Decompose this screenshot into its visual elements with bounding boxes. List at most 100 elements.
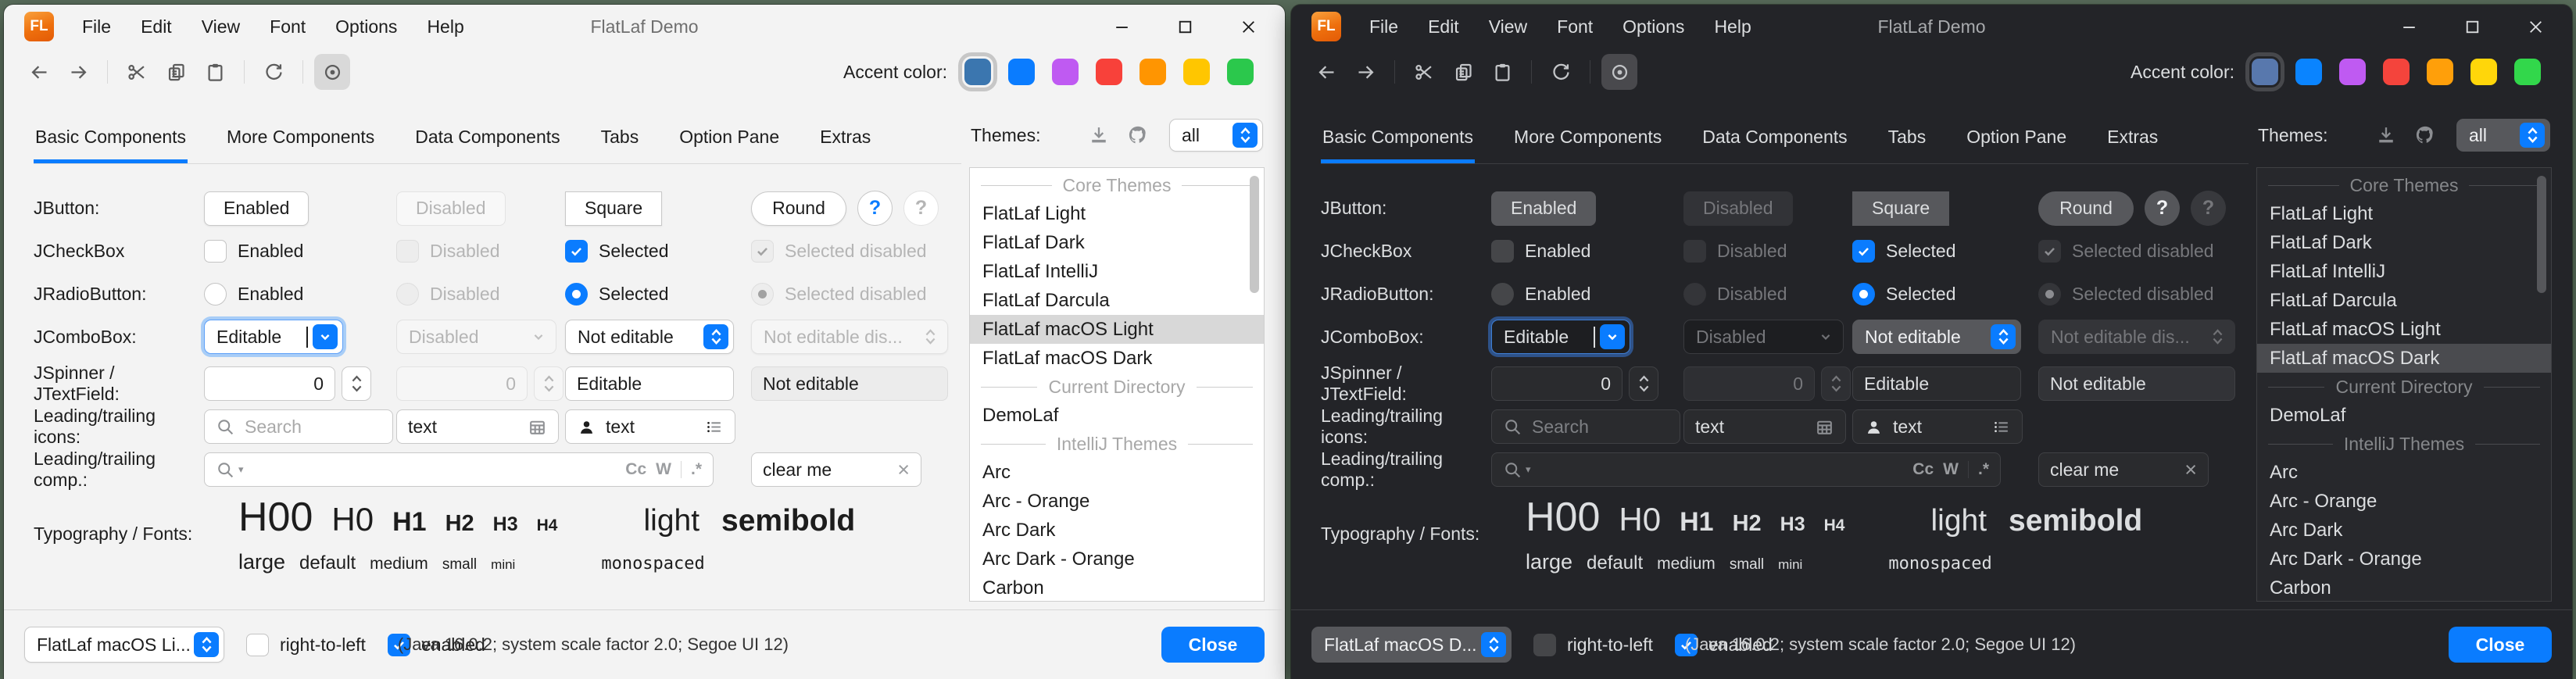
download-button[interactable] — [1088, 124, 1110, 146]
right-to-left-checkbox[interactable]: right-to-left — [246, 634, 366, 656]
checkbox-enabled[interactable]: Enabled — [204, 240, 303, 263]
disabled-button[interactable]: Disabled — [1683, 191, 1793, 226]
checkbox-selected[interactable]: Selected — [565, 240, 669, 263]
accent-swatch[interactable] — [2252, 59, 2278, 85]
paste-button[interactable] — [1484, 54, 1520, 90]
cut-button[interactable] — [119, 54, 155, 90]
theme-list-item[interactable]: FlatLaf IntelliJ — [970, 257, 1264, 286]
accent-swatch[interactable] — [1096, 59, 1122, 85]
radio-enabled[interactable]: Enabled — [1491, 283, 1590, 306]
combobox-not-editable[interactable]: Not editable — [1852, 320, 2021, 354]
theme-list-item[interactable]: FlatLaf macOS Dark — [970, 344, 1264, 373]
radio-enabled[interactable]: Enabled — [204, 283, 303, 306]
refresh-button[interactable] — [256, 54, 292, 90]
match-case-toggle[interactable]: Cc — [625, 460, 646, 479]
maximize-button[interactable] — [1175, 17, 1195, 37]
match-case-toggle[interactable]: Cc — [1912, 460, 1934, 479]
accent-swatch[interactable] — [1052, 59, 1079, 85]
download-button[interactable] — [2375, 124, 2397, 146]
theme-list-item[interactable]: Arc Dark — [2257, 516, 2551, 545]
back-button[interactable] — [21, 54, 57, 90]
checkbox-selected-disabled[interactable]: Selected disabled — [751, 240, 927, 263]
help-button[interactable]: ? — [857, 191, 893, 226]
theme-list-item[interactable]: Arc Dark - Orange — [970, 545, 1264, 574]
round-button[interactable]: Round — [2038, 191, 2134, 226]
spinner-stepper[interactable] — [1629, 366, 1658, 401]
disabled-button[interactable]: Disabled — [396, 191, 506, 226]
minimize-button[interactable] — [1112, 17, 1132, 37]
regex-toggle[interactable]: .* — [1978, 460, 1989, 479]
theme-list-item[interactable]: FlatLaf Darcula — [970, 286, 1264, 315]
theme-list-item[interactable]: FlatLaf Dark — [2257, 228, 2551, 257]
square-button[interactable]: Square — [565, 191, 662, 226]
themes-filter-combobox[interactable]: all — [2456, 119, 2550, 152]
accent-swatch[interactable] — [2383, 59, 2410, 85]
enabled-button[interactable]: Enabled — [204, 191, 309, 226]
regex-toggle[interactable]: .* — [691, 460, 702, 479]
date-field[interactable]: text — [396, 409, 559, 444]
whole-word-toggle[interactable]: W — [656, 460, 671, 479]
accent-swatch[interactable] — [2470, 59, 2497, 85]
theme-list-item[interactable]: FlatLaf macOS Light — [2257, 315, 2551, 344]
theme-list-item[interactable]: Arc - Orange — [970, 487, 1264, 516]
spinner-field-disabled[interactable]: 0 — [396, 366, 528, 401]
combobox-disabled[interactable]: Disabled — [1683, 320, 1844, 354]
clearable-field[interactable]: clear me × — [751, 452, 921, 487]
copy-button[interactable] — [158, 54, 194, 90]
maximize-button[interactable] — [2463, 17, 2482, 37]
tab-option-pane[interactable]: Option Pane — [1965, 127, 2068, 163]
theme-list-item[interactable]: Arc — [970, 458, 1264, 487]
laf-combobox[interactable]: FlatLaf macOS Li... — [24, 627, 224, 663]
accent-swatch[interactable] — [1140, 59, 1166, 85]
accent-swatch[interactable] — [1227, 59, 1254, 85]
tab-basic-components[interactable]: Basic Components — [1321, 127, 1475, 163]
square-button[interactable]: Square — [1852, 191, 1949, 226]
github-button[interactable] — [2414, 124, 2436, 146]
spinner-field[interactable]: 0 — [204, 366, 335, 401]
spinner-field[interactable]: 0 — [1491, 366, 1623, 401]
theme-list-item[interactable]: FlatLaf macOS Dark — [2257, 344, 2551, 373]
spinner-field-disabled[interactable]: 0 — [1683, 366, 1815, 401]
combobox-not-editable-disabled[interactable]: Not editable dis... — [2038, 320, 2235, 354]
enabled-button[interactable]: Enabled — [1491, 191, 1596, 226]
spinner-stepper[interactable] — [342, 366, 371, 401]
clear-icon[interactable]: × — [2184, 459, 2197, 481]
paste-button[interactable] — [197, 54, 233, 90]
theme-list-item[interactable]: Carbon — [970, 574, 1264, 602]
copy-button[interactable] — [1445, 54, 1481, 90]
combobox-not-editable[interactable]: Not editable — [565, 320, 734, 354]
combobox-editable[interactable]: Editable — [1491, 320, 1630, 354]
user-field[interactable]: text — [1852, 409, 2023, 444]
menu-options[interactable]: Options — [335, 16, 397, 38]
laf-combobox[interactable]: FlatLaf macOS D... — [1311, 627, 1512, 663]
accent-swatch[interactable] — [2514, 59, 2541, 85]
menu-font[interactable]: Font — [270, 16, 306, 38]
close-button[interactable]: Close — [2449, 627, 2552, 663]
accent-swatch[interactable] — [1183, 59, 1210, 85]
tab-data-components[interactable]: Data Components — [1701, 127, 1848, 163]
accent-swatch[interactable] — [2427, 59, 2453, 85]
theme-list-item[interactable]: FlatLaf Darcula — [2257, 286, 2551, 315]
accent-swatch[interactable] — [1008, 59, 1035, 85]
radio-disabled[interactable]: Disabled — [396, 283, 500, 306]
radio-selected-disabled[interactable]: Selected disabled — [2038, 283, 2214, 306]
tab-data-components[interactable]: Data Components — [413, 127, 561, 163]
theme-list-item[interactable]: FlatLaf Light — [2257, 199, 2551, 228]
textfield-editable[interactable]: Editable — [1852, 366, 2021, 401]
close-window-button[interactable] — [1239, 17, 1258, 37]
textfield-editable[interactable]: Editable — [565, 366, 734, 401]
cut-button[interactable] — [1406, 54, 1442, 90]
checkbox-disabled[interactable]: Disabled — [1683, 240, 1787, 263]
search-field-with-options[interactable]: ▾ Cc W .* — [204, 452, 714, 487]
accent-swatch[interactable] — [2339, 59, 2366, 85]
search-field-with-options[interactable]: ▾ Cc W .* — [1491, 452, 2001, 487]
right-to-left-checkbox[interactable]: right-to-left — [1533, 634, 1653, 656]
menu-view[interactable]: View — [202, 16, 240, 38]
show-hints-button[interactable] — [1601, 54, 1637, 90]
help-button-disabled[interactable]: ? — [2191, 191, 2226, 226]
search-field[interactable]: Search — [1491, 409, 1680, 444]
tab-more-components[interactable]: More Components — [225, 127, 376, 163]
accent-swatch[interactable] — [2295, 59, 2322, 85]
tab-basic-components[interactable]: Basic Components — [34, 127, 188, 163]
scrollbar-thumb[interactable] — [2537, 176, 2546, 293]
